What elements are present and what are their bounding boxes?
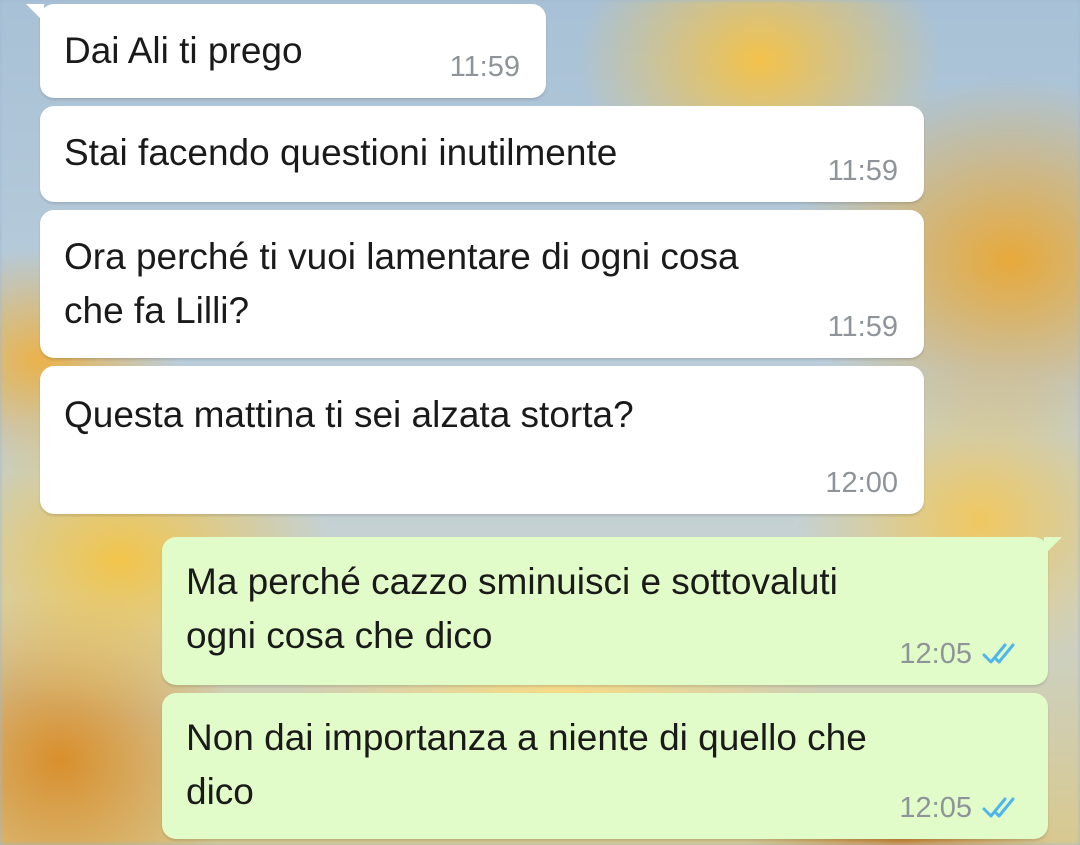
message-text: Ora perché ti vuoi lamentare di ogni cos… [64,236,739,331]
message-bubble-incoming[interactable]: Dai Ali ti prego 11:59 [26,4,546,98]
message-time: 11:59 [827,311,898,343]
double-check-icon [982,643,1015,664]
message-meta: 11:59 [450,50,520,84]
message-meta: 11:59 [828,154,898,188]
message-bubble-outgoing[interactable]: Ma perché cazzo sminuisci e sottovaluti … [162,537,1062,685]
message-time: 12:00 [825,467,898,499]
message-bubble-outgoing[interactable]: Non dai importanza a niente di quello ch… [162,693,1048,839]
message-bubble-incoming[interactable]: Stai facendo questioni inutilmente 11:59 [40,106,924,202]
message-text: Dai Ali ti prego [64,30,303,71]
message-bubble-incoming[interactable]: Ora perché ti vuoi lamentare di ogni cos… [40,210,924,358]
message-meta: 11:59 [828,310,898,344]
double-check-icon [982,797,1015,818]
bubble-tail [26,4,44,22]
bubble-tail [1044,537,1062,555]
message-time: 11:59 [449,51,520,83]
message-meta: 12:00 [825,466,898,500]
message-meta: 12:05 [899,791,1022,825]
message-text: Stai facendo questioni inutilmente [64,132,618,173]
message-time: 11:59 [827,155,898,187]
message-text: Non dai importanza a niente di quello ch… [186,717,867,812]
message-list[interactable]: Dai Ali ti prego 11:59 Stai facendo ques… [0,0,1080,845]
message-text: Ma perché cazzo sminuisci e sottovaluti … [186,561,838,656]
message-text: Questa mattina ti sei alzata storta? [64,394,634,435]
message-time: 12:05 [899,792,972,824]
message-time: 12:05 [899,638,972,670]
message-meta: 12:05 [899,637,1022,671]
message-bubble-incoming[interactable]: Questa mattina ti sei alzata storta? 12:… [40,366,924,514]
